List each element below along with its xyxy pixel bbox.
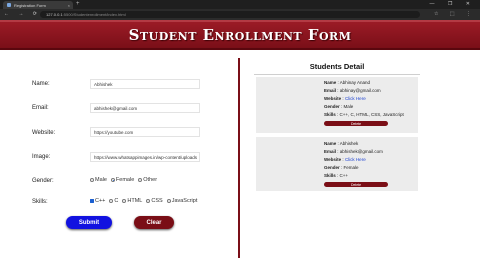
checkbox-icon[interactable] — [122, 199, 127, 203]
radio-selected-icon[interactable] — [110, 178, 115, 182]
gender-radio-group: Male Female Other — [90, 177, 157, 183]
skill-option-cpp[interactable]: C++ — [90, 198, 105, 204]
card-key: Skills — [324, 112, 336, 117]
card-name-line: Name : Abhishek — [324, 141, 359, 146]
radio-icon[interactable] — [138, 178, 143, 182]
skills-checkbox-group: C++ C HTML CSS JavaScript — [90, 198, 197, 204]
card-gender-line: Gender : Male — [324, 104, 354, 109]
window-controls[interactable]: — ❐ ✕ — [430, 1, 476, 7]
url-path: :5500/Studentenrollment/index.html — [62, 12, 126, 17]
card-website-line: Website : Click Here — [324, 157, 366, 162]
navigation-icons[interactable]: ← → ⟳ — [4, 11, 41, 18]
card-key: Skills — [324, 173, 336, 178]
skill-option-javascript[interactable]: JavaScript — [166, 198, 198, 204]
delete-button[interactable]: Delete — [324, 121, 388, 126]
image-input[interactable]: https://www.whatsappimages.in/wp-content… — [90, 152, 200, 162]
students-detail-panel: Students Detail — [254, 62, 420, 75]
card-gender: Female — [343, 165, 359, 170]
card-key: Website — [324, 157, 342, 162]
url-host: 127.0.0.1 — [46, 12, 63, 17]
clear-button[interactable]: Clear — [134, 216, 174, 229]
card-key: Email — [324, 149, 337, 154]
address-bar-row: ← → ⟳ 127.0.0.1:5500/Studentenrollment/i… — [0, 9, 480, 20]
card-skills-line: Skills : C++ — [324, 173, 349, 178]
favicon-icon — [7, 3, 11, 7]
skill-option-label: C++ — [95, 198, 106, 204]
skills-label: Skills: — [32, 199, 48, 205]
card-email: abhinay@gmail.com — [339, 88, 381, 93]
skill-option-html[interactable]: HTML — [122, 198, 142, 204]
checkbox-checked-icon[interactable] — [90, 199, 94, 203]
card-skills: C++, C, HTML, CSS, JavaScript — [339, 112, 404, 117]
gender-option-label: Female — [115, 177, 135, 183]
card-website-link[interactable]: Click Here — [345, 157, 366, 162]
card-email-line: Email : abhishek@gmail.com — [324, 149, 383, 154]
website-label: Website: — [32, 130, 56, 136]
card-email: abhishek@gmail.com — [339, 149, 383, 154]
close-tab-icon[interactable]: × — [68, 3, 70, 8]
new-tab-icon[interactable]: + — [76, 1, 80, 8]
card-key: Website — [324, 96, 342, 101]
name-label: Name: — [32, 81, 50, 87]
skill-option-label: JavaScript — [171, 198, 198, 204]
checkbox-icon[interactable] — [166, 199, 171, 203]
card-email-line: Email : abhinay@gmail.com — [324, 88, 381, 93]
radio-icon[interactable] — [90, 178, 94, 182]
card-key: Email — [324, 88, 337, 93]
gender-label: Gender: — [32, 178, 54, 184]
image-label: Image: — [32, 154, 51, 160]
vertical-divider — [238, 58, 240, 258]
card-skills-line: Skills : C++, C, HTML, CSS, JavaScript — [324, 112, 404, 117]
gender-option-female[interactable]: Female — [110, 177, 135, 183]
header-banner: Student Enrollment Form — [0, 20, 480, 50]
skill-option-label: C — [114, 198, 119, 204]
card-website-line: Website : Click Here — [324, 96, 366, 101]
skill-option-c[interactable]: C — [109, 198, 118, 204]
students-detail-title: Students Detail — [254, 62, 420, 75]
card-name: Abhishek — [339, 141, 359, 146]
gender-option-male[interactable]: Male — [90, 177, 107, 183]
page-title: Student Enrollment Form — [128, 26, 352, 44]
website-input[interactable]: https://youtube.com — [90, 127, 200, 137]
browser-tab-strip: Registration Form × + — ❐ ✕ — [0, 0, 480, 9]
checkbox-icon[interactable] — [146, 199, 151, 203]
browser-tab[interactable]: Registration Form × — [3, 1, 73, 9]
name-input[interactable]: Abhishek — [90, 79, 200, 89]
skill-option-css[interactable]: CSS — [146, 198, 163, 204]
student-card: Name : Abhishek Email : abhishek@gmail.c… — [256, 137, 418, 191]
card-gender-line: Gender : Female — [324, 165, 359, 170]
email-label: Email: — [32, 105, 49, 111]
url-text: 127.0.0.1:5500/Studentenrollment/index.h… — [46, 12, 126, 17]
card-gender: Male — [343, 104, 354, 109]
enrollment-form: Name: Abhishek Email: abhishek@gmail.com… — [0, 50, 238, 270]
gender-option-label: Other — [143, 177, 158, 183]
card-key: Gender — [324, 165, 340, 170]
card-name-line: Name : Abhinay Anand — [324, 80, 371, 85]
card-name: Abhinay Anand — [339, 80, 371, 85]
card-skills: C++ — [339, 173, 349, 178]
address-bar[interactable]: 127.0.0.1:5500/Studentenrollment/index.h… — [40, 11, 420, 18]
checkbox-icon[interactable] — [109, 199, 114, 203]
skill-option-label: HTML — [127, 198, 143, 204]
card-website-link[interactable]: Click Here — [345, 96, 366, 101]
gender-option-other[interactable]: Other — [138, 177, 157, 183]
submit-button[interactable]: Submit — [66, 216, 112, 229]
delete-button[interactable]: Delete — [324, 182, 388, 187]
card-key: Gender — [324, 104, 340, 109]
card-key: Name — [324, 141, 337, 146]
card-key: Name — [324, 80, 337, 85]
email-input[interactable]: abhishek@gmail.com — [90, 103, 200, 113]
gender-option-label: Male — [95, 177, 107, 183]
skill-option-label: CSS — [151, 198, 163, 204]
tab-title: Registration Form — [14, 2, 46, 8]
toolbar-icons[interactable]: ☆ ⬚ ⋮ — [434, 11, 476, 18]
student-card: Name : Abhinay Anand Email : abhinay@gma… — [256, 77, 418, 133]
